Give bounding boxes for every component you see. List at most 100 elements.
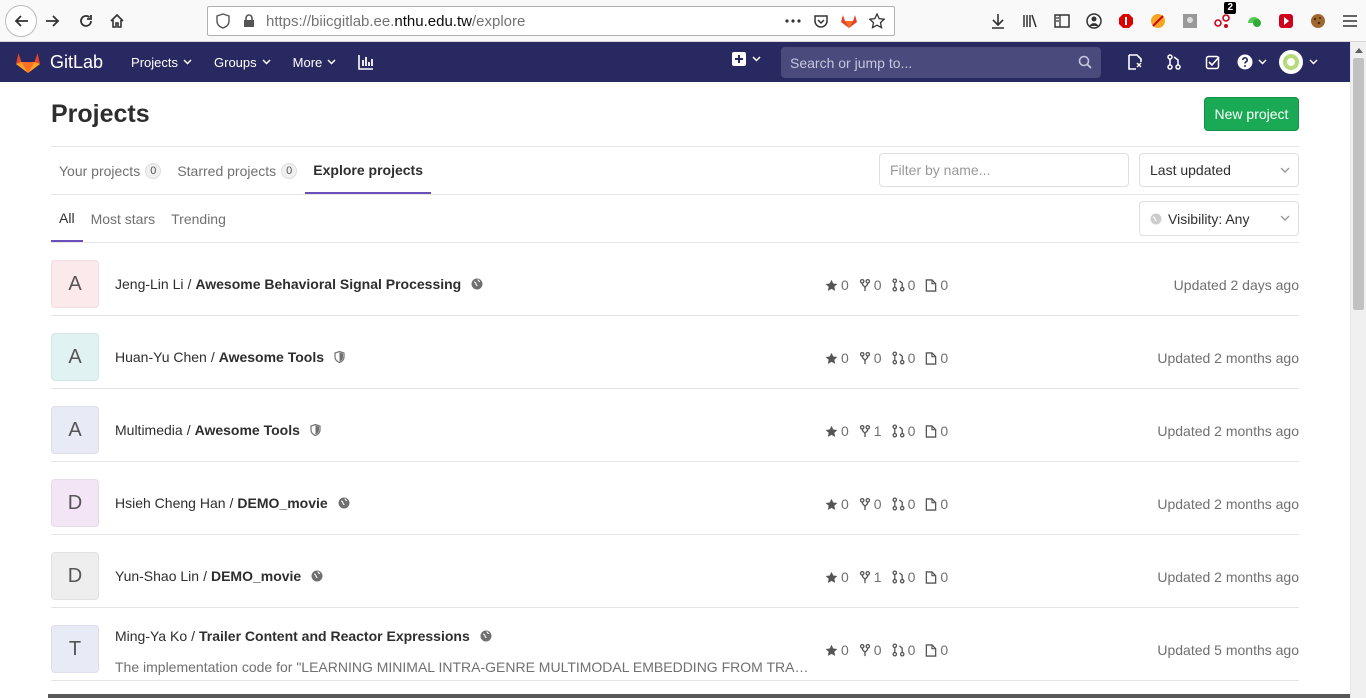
issues-count[interactable]: 0 [925,496,948,512]
new-item-dropdown[interactable] [732,52,761,66]
forks-count[interactable]: 1 [859,569,882,585]
project-namespace-link[interactable]: Huan-Yu Chen [115,349,207,365]
merge-requests-count[interactable]: 0 [892,423,915,439]
project-avatar[interactable]: D [51,479,99,527]
adblock-icon[interactable] [1110,8,1142,34]
sort-dropdown[interactable]: Last updated [1139,153,1299,187]
cookie-icon[interactable] [1302,8,1334,34]
analytics-chart-icon[interactable] [358,54,374,70]
pocket-icon[interactable] [810,10,832,32]
forks-count[interactable]: 0 [859,277,882,293]
user-menu-dropdown[interactable] [1279,50,1318,74]
stars-count[interactable]: 0 [825,277,849,293]
forks-count[interactable]: 1 [859,423,882,439]
merge-requests-count[interactable]: 0 [892,277,915,293]
lock-icon[interactable] [238,10,260,32]
project-row[interactable]: T Ming-Ya Ko / Trailer Content and React… [51,608,1299,681]
project-name-link[interactable]: Awesome Tools [195,422,300,438]
url-bar[interactable]: https://biicgitlab.ee.nthu.edu.tw/explor… [207,6,895,36]
forward-button[interactable] [39,7,67,35]
back-button[interactable] [5,5,37,37]
merge-request-icon [892,351,905,365]
video-extension-icon[interactable] [1270,8,1302,34]
stars-count[interactable]: 0 [825,496,849,512]
project-avatar[interactable]: A [51,260,99,308]
project-row[interactable]: A Multimedia / Awesome Tools 0 1 0 0 Upd… [51,389,1299,462]
project-avatar[interactable]: D [51,552,99,600]
account-icon[interactable] [1078,8,1110,34]
todos-nav-icon[interactable] [1193,50,1232,74]
project-row[interactable]: A Huan-Yu Chen / Awesome Tools 0 0 0 0 U… [51,316,1299,389]
tab-explore-projects[interactable]: Explore projects [305,147,431,194]
scroll-up-arrow-icon[interactable] [1351,42,1366,58]
reload-button[interactable] [72,7,100,35]
subtab-all[interactable]: All [51,195,83,242]
issues-nav-icon[interactable] [1115,50,1154,74]
merge-requests-count[interactable]: 0 [892,496,915,512]
project-namespace-link[interactable]: Ming-Ya Ko [115,628,187,644]
issues-count[interactable]: 0 [925,423,948,439]
issues-count[interactable]: 0 [925,277,948,293]
project-avatar[interactable]: A [51,333,99,381]
issues-count[interactable]: 0 [925,350,948,366]
nav-groups-dropdown[interactable]: Groups [214,55,271,70]
project-name-link[interactable]: Awesome Behavioral Signal Processing [195,276,461,292]
page-scrollbar[interactable] [1350,42,1366,698]
gitlab-home-link[interactable]: GitLab [15,50,103,74]
home-button[interactable] [103,7,131,35]
hamburger-menu-icon[interactable] [1334,8,1366,34]
bookmark-star-icon[interactable] [866,10,888,32]
share-extension-icon[interactable]: 2 [1206,2,1238,34]
issues-count[interactable]: 0 [925,642,948,658]
project-namespace-link[interactable]: Hsieh Cheng Han [115,495,226,511]
blocker-extension-icon[interactable] [1142,8,1174,34]
nav-more-dropdown[interactable]: More [293,55,337,70]
merge-requests-nav-icon[interactable] [1154,50,1193,74]
merge-requests-count[interactable]: 0 [892,350,915,366]
page-actions-icon[interactable] [782,10,804,32]
help-dropdown[interactable] [1232,50,1271,74]
green-extension-icon[interactable] [1238,8,1270,34]
search-input[interactable]: Search or jump to... [781,47,1101,78]
stars-count[interactable]: 0 [825,350,849,366]
gitlab-extension-icon[interactable] [838,10,860,32]
merge-requests-count[interactable]: 0 [892,569,915,585]
nav-projects-dropdown[interactable]: Projects [131,55,192,70]
project-namespace-link[interactable]: Jeng-Lin Li [115,276,184,292]
tab-starred-projects[interactable]: Starred projects 0 [169,147,305,194]
project-row[interactable]: A Jeng-Lin Li / Awesome Behavioral Signa… [51,243,1299,316]
visibility-dropdown[interactable]: Visibility: Any [1139,201,1299,236]
project-name-link[interactable]: Trailer Content and Reactor Expressions [199,628,470,644]
project-name-link[interactable]: Awesome Tools [219,349,324,365]
subtab-trending[interactable]: Trending [163,195,234,242]
project-stats: 0 0 0 0 [825,277,958,293]
library-icon[interactable] [1014,8,1046,34]
project-namespace-link[interactable]: Multimedia [115,422,183,438]
shield-icon[interactable] [212,10,234,32]
forks-count[interactable]: 0 [859,496,882,512]
stars-count[interactable]: 0 [825,423,849,439]
stars-count[interactable]: 0 [825,569,849,585]
scrollbar-thumb[interactable] [1353,58,1364,310]
filter-by-name-input[interactable]: Filter by name... [879,153,1129,187]
project-avatar[interactable]: A [51,406,99,454]
project-name-link[interactable]: DEMO_movie [211,568,301,584]
forks-count[interactable]: 0 [859,642,882,658]
sidebar-icon[interactable] [1046,8,1078,34]
new-project-button[interactable]: New project [1204,97,1299,131]
issues-count[interactable]: 0 [925,569,948,585]
project-namespace-link[interactable]: Yun-Shao Lin [115,568,199,584]
stars-count[interactable]: 0 [825,642,849,658]
chevron-down-icon [183,59,192,65]
project-row[interactable]: D Hsieh Cheng Han / DEMO_movie 0 0 0 0 U… [51,462,1299,535]
image-extension-icon[interactable] [1174,8,1206,34]
project-row[interactable]: D Yun-Shao Lin / DEMO_movie 0 1 0 0 Upda… [51,535,1299,608]
merge-requests-count[interactable]: 0 [892,642,915,658]
subtab-most-stars[interactable]: Most stars [83,195,164,242]
downloads-icon[interactable] [982,8,1014,34]
tab-your-projects[interactable]: Your projects 0 [51,147,169,194]
forks-count[interactable]: 0 [859,350,882,366]
project-name-link[interactable]: DEMO_movie [237,495,327,511]
project-avatar[interactable]: T [51,625,99,673]
search-icon [1078,55,1092,69]
